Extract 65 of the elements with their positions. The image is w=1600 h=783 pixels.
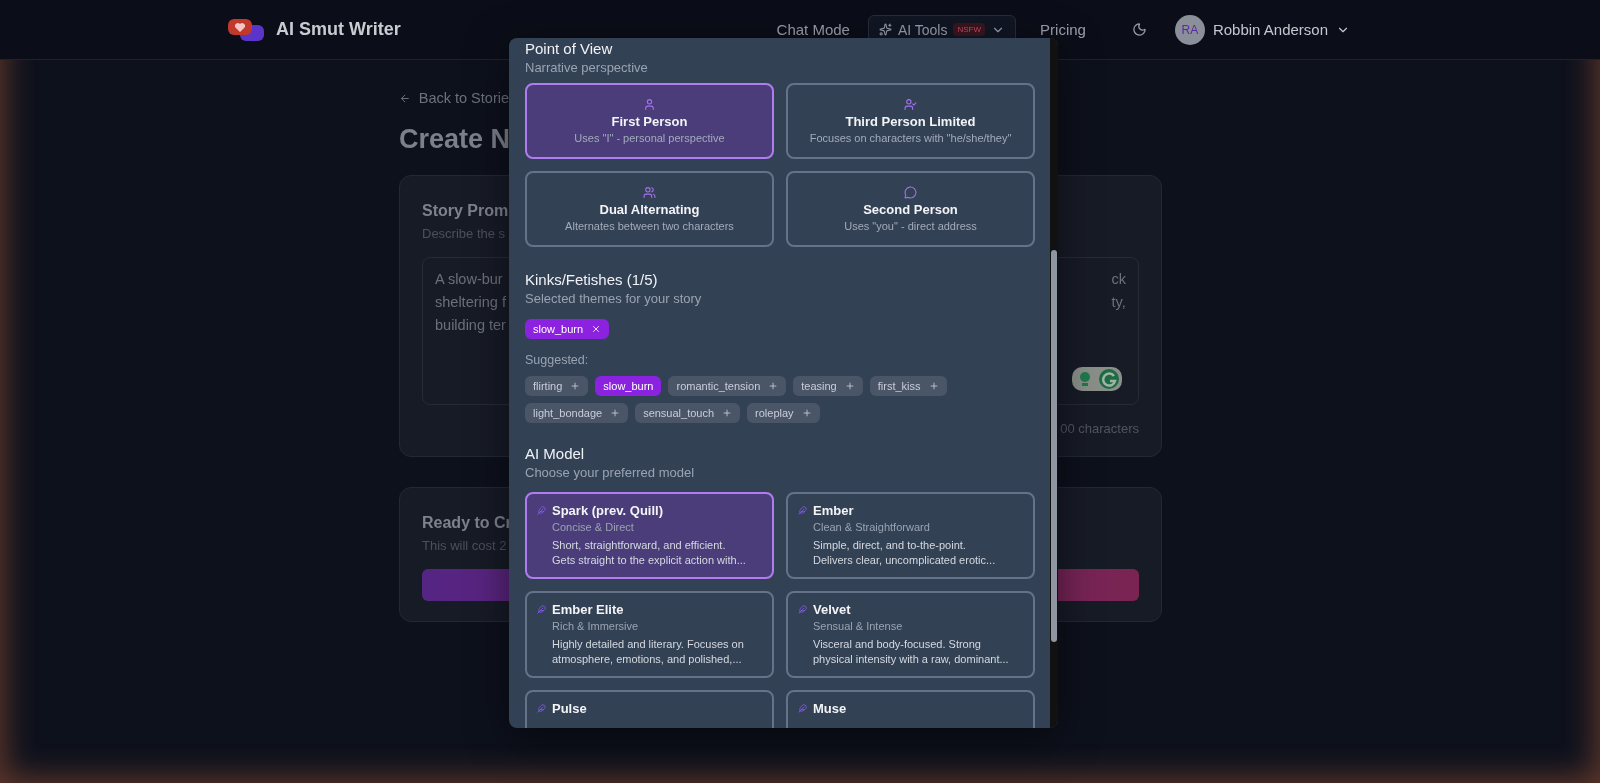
people-icon: [643, 186, 656, 199]
person-icon: [643, 98, 656, 111]
suggested-tag[interactable]: light_bondage: [525, 403, 629, 423]
suggested-tag[interactable]: flirting: [525, 376, 589, 396]
plus-icon: [722, 408, 733, 418]
model-option[interactable]: Ember Elite Rich & Immersive Highly detailed and literary. Focuses on atmosphere, emotions, and polished,...: [525, 591, 774, 678]
plus-icon: [928, 381, 939, 391]
prompt-text-line: ty,: [1111, 293, 1126, 312]
selected-tag[interactable]: slow_burn: [525, 319, 610, 339]
card-title: Story Prom: [422, 202, 509, 220]
brand-name: AI Smut Writer: [276, 19, 401, 40]
writing-assistant-icon[interactable]: [1072, 366, 1124, 392]
suggested-tag[interactable]: romantic_tension: [668, 376, 787, 396]
prompt-text-line: ck: [1111, 270, 1126, 289]
model-option[interactable]: Muse: [786, 690, 1035, 728]
prompt-text-line: building ter: [435, 316, 506, 335]
sparkle-icon: [878, 23, 892, 36]
feather-icon: [798, 605, 807, 614]
suggested-tag[interactable]: slow_burn: [595, 376, 662, 396]
pov-option[interactable]: Dual Alternating Alternates between two characters: [525, 171, 774, 247]
feather-icon: [537, 506, 546, 515]
model-option[interactable]: Ember Clean & Straightforward Simple, direct, and to-the-point. Delivers clear, uncomplicated erotic...: [786, 492, 1035, 579]
back-link[interactable]: Back to Storie: [399, 90, 509, 106]
nav-link[interactable]: Pricing: [1040, 21, 1086, 38]
feather-icon: [798, 704, 807, 713]
section-subtitle: Narrative perspective: [525, 60, 649, 75]
plus-icon: [844, 381, 855, 391]
prompt-text-line: A slow-bur: [435, 270, 504, 289]
suggested-label: Suggested:: [525, 353, 590, 367]
section-title: AI Model: [525, 445, 586, 463]
plus-icon: [801, 408, 812, 418]
plus-icon: [570, 381, 581, 391]
feather-icon: [537, 605, 546, 614]
section-title: Point of View: [525, 40, 614, 58]
prompt-text-line: sheltering f: [435, 293, 506, 312]
scrollbar-thumb[interactable]: [1051, 250, 1057, 642]
speech-bubble-icon: [904, 186, 917, 199]
plus-icon: [768, 381, 779, 391]
avatar: RA: [1174, 14, 1205, 45]
dark-mode-toggle[interactable]: [1131, 22, 1147, 37]
model-option[interactable]: Velvet Sensual & Intense Visceral and body-focused. Strong physical intensity with a raw, dominant...: [786, 591, 1035, 678]
suggested-tag[interactable]: first_kiss: [869, 376, 947, 396]
feather-icon: [798, 506, 807, 515]
model-option[interactable]: Spark (prev. Quill) Concise & Direct Short, straightforward, and efficient. Gets straight to the explicit action with...: [525, 492, 774, 579]
section-subtitle: Choose your preferred model: [525, 465, 696, 480]
nav-link[interactable]: Chat Mode: [776, 21, 850, 38]
pov-option[interactable]: First Person Uses "I" - personal perspective: [525, 83, 774, 159]
person-check-icon: [904, 98, 917, 111]
section-subtitle: Selected themes for your story: [525, 291, 703, 306]
remove-icon: [591, 324, 602, 334]
hearts-logo-icon: [226, 16, 266, 43]
moon-icon: [1131, 22, 1147, 37]
page-title: Create N: [399, 124, 511, 155]
section-title: Kinks/Fetishes (1/5): [525, 271, 659, 289]
suggested-tag[interactable]: teasing: [793, 376, 863, 396]
nsfw-badge: NSFW: [953, 23, 986, 36]
user-menu[interactable]: RA Robbin Anderson: [1174, 14, 1350, 45]
feather-icon: [537, 704, 546, 713]
suggested-tag[interactable]: sensual_touch: [635, 403, 741, 423]
card-title: Ready to Cr: [422, 514, 512, 532]
suggested-tag[interactable]: roleplay: [747, 403, 820, 423]
plus-icon: [610, 408, 621, 418]
model-option[interactable]: Pulse: [525, 690, 774, 728]
pov-option[interactable]: Third Person Limited Focuses on characters with "he/she/they": [786, 83, 1035, 159]
pov-option[interactable]: Second Person Uses "you" - direct address: [786, 171, 1035, 247]
